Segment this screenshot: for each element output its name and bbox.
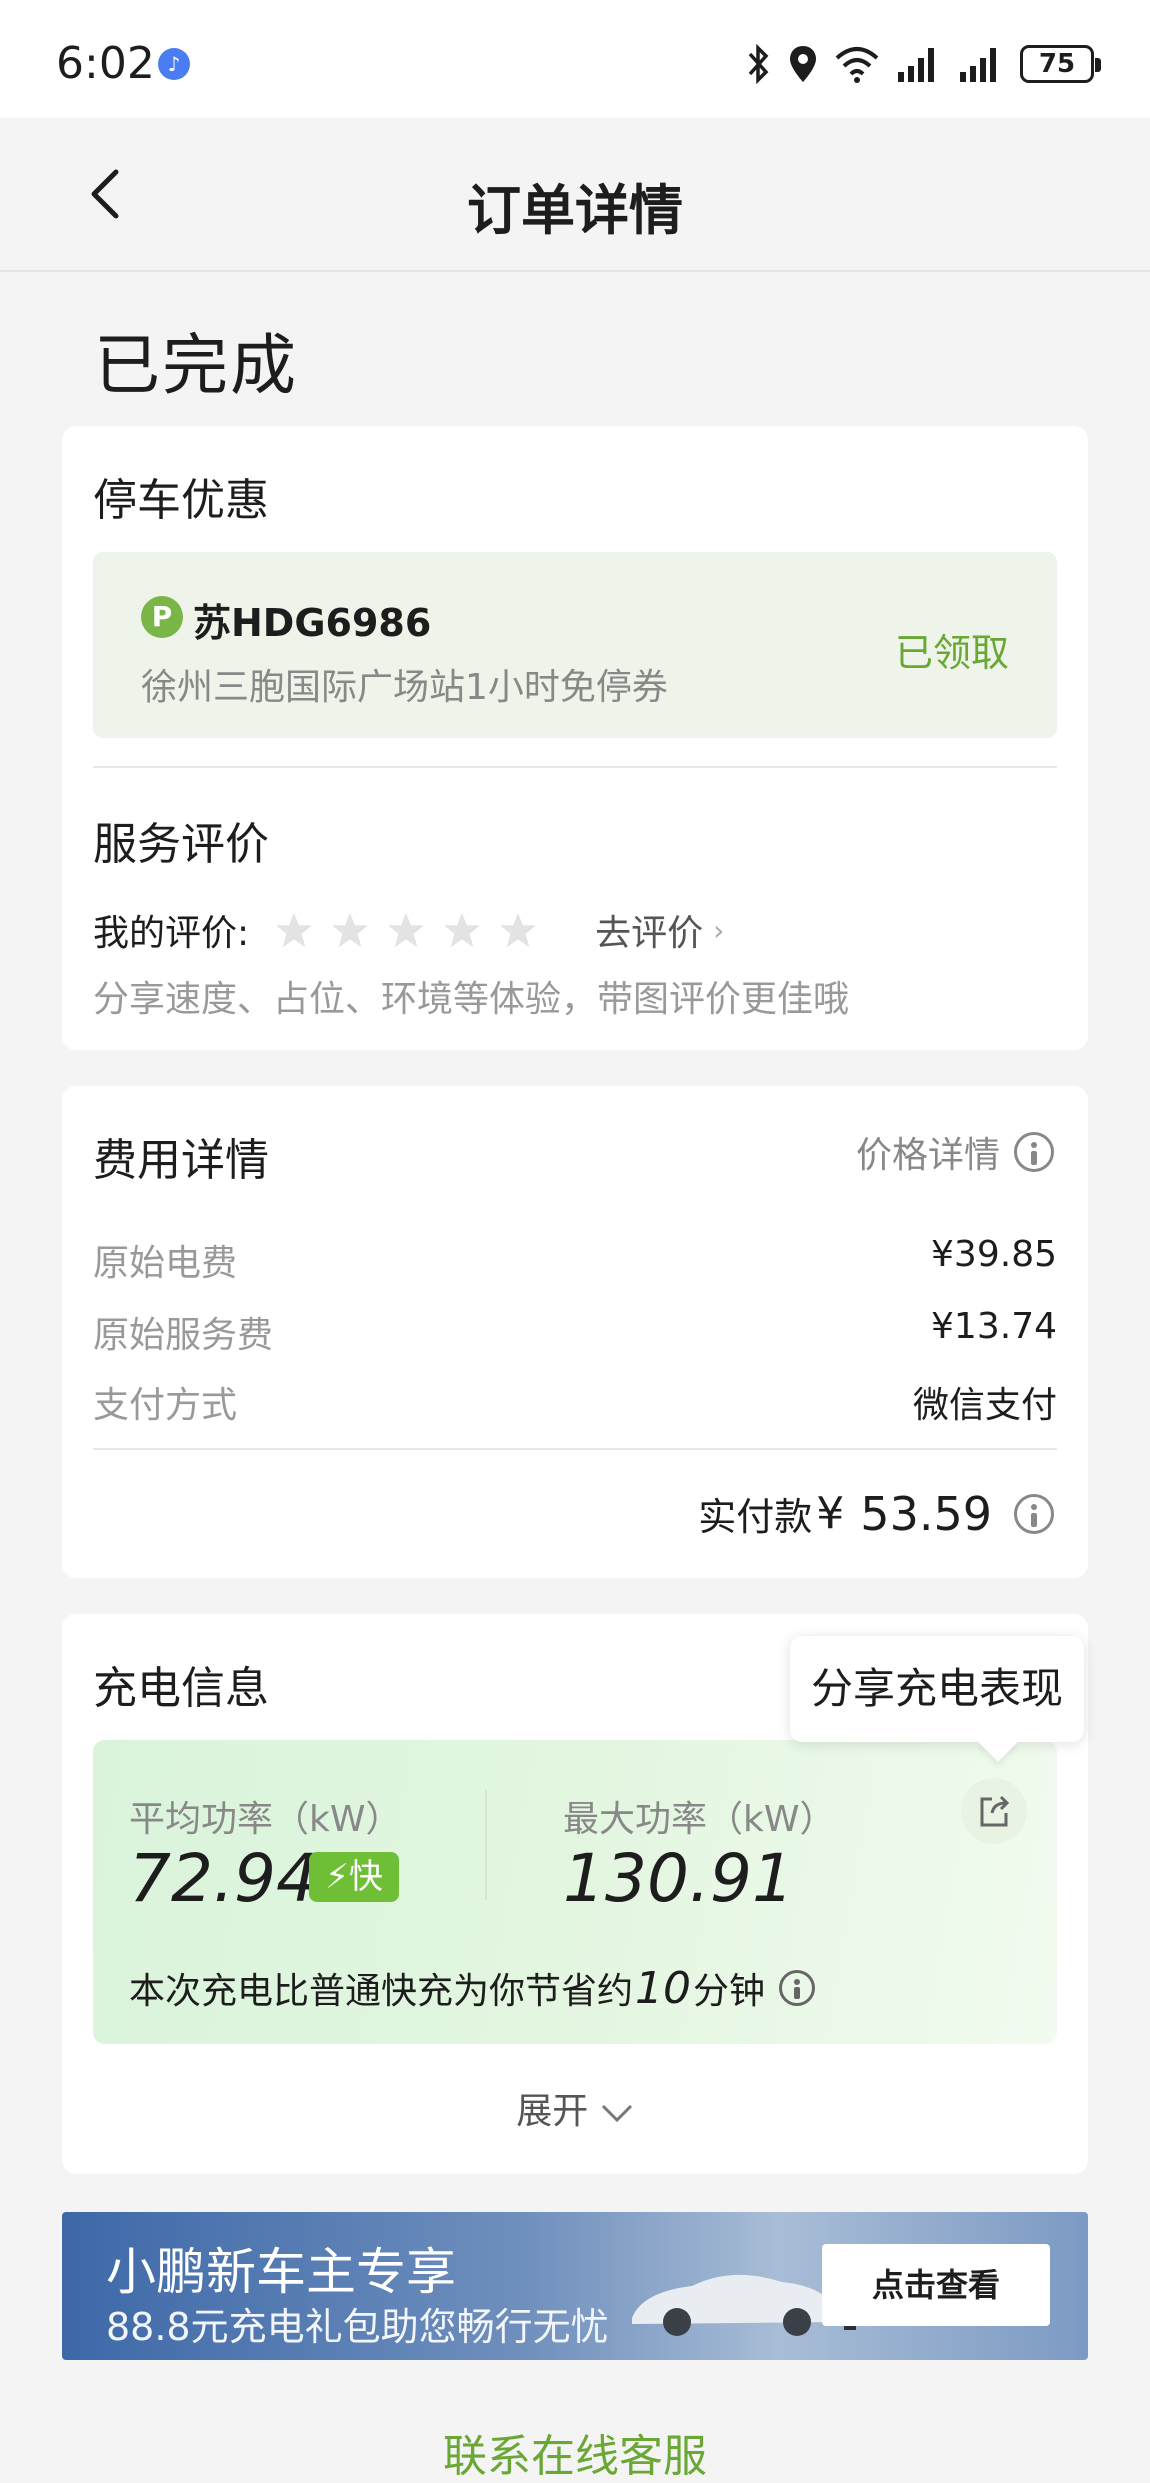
charging-section-title: 充电信息 xyxy=(93,1663,269,1714)
status-icons: 75 xyxy=(746,40,1101,88)
bluetooth-icon xyxy=(746,44,772,84)
star-icon[interactable] xyxy=(331,911,369,949)
fee-section-title: 费用详情 xyxy=(93,1135,269,1186)
music-icon: ♪ xyxy=(158,48,190,80)
parking-description: 徐州三胞国际广场站1小时免停券 xyxy=(141,667,668,708)
divider xyxy=(93,1448,1057,1450)
signal-icon-1 xyxy=(896,44,942,84)
avg-power-label: 平均功率（kW） xyxy=(129,1799,402,1840)
parking-coupon[interactable]: P 苏HDG6986 徐州三胞国际广场站1小时免停券 已领取 xyxy=(93,552,1057,738)
fee-value: 微信支付 xyxy=(912,1385,1057,1426)
license-plate: 苏HDG6986 xyxy=(193,601,432,645)
parking-p-icon: P xyxy=(141,596,183,638)
fee-label: 原始服务费 xyxy=(93,1315,274,1356)
chevron-right-icon[interactable]: › xyxy=(713,914,724,947)
banner-view-button[interactable]: 点击查看 xyxy=(822,2244,1050,2326)
fee-card: 费用详情 价格详情 原始电费 ¥39.85 原始服务费 ¥13.74 支付方式 … xyxy=(62,1086,1088,1578)
fee-value: ¥39.85 xyxy=(931,1234,1057,1275)
charging-stats: 平均功率（kW） 72.94 ⚡快 最大功率（kW） 130.91 本次充电比普… xyxy=(93,1740,1057,2044)
battery-icon: 75 xyxy=(1020,45,1101,83)
fee-label: 原始电费 xyxy=(93,1243,238,1284)
rating-stars[interactable] xyxy=(275,911,537,949)
rating-section-title: 服务评价 xyxy=(93,819,269,870)
order-status: 已完成 xyxy=(94,327,298,404)
page-title: 订单详情 xyxy=(467,179,683,242)
chevron-down-icon xyxy=(601,2104,632,2123)
stat-separator xyxy=(485,1790,487,1900)
nav-bar: 订单详情 xyxy=(0,118,1150,272)
expand-label: 展开 xyxy=(516,2091,589,2132)
info-icon[interactable] xyxy=(1014,1493,1054,1534)
star-icon[interactable] xyxy=(443,911,481,949)
total-amount: 53.59 xyxy=(860,1486,992,1541)
banner-title: 小鹏新车主专享 xyxy=(106,2243,456,2301)
info-icon[interactable] xyxy=(1014,1132,1054,1172)
share-tooltip[interactable]: 分享充电表现 xyxy=(790,1636,1084,1742)
rating-label: 我的评价: xyxy=(93,913,250,954)
time-saved-note: 本次充电比普通快充为你节省约 10 分钟 xyxy=(129,1962,816,2014)
rating-hint: 分享速度、占位、环境等体验，带图评价更佳哦 xyxy=(93,979,850,1020)
wifi-icon xyxy=(834,44,880,84)
note-suffix: 分钟 xyxy=(693,1971,766,2012)
max-power-label: 最大功率（kW） xyxy=(563,1799,836,1840)
total-currency: ¥ xyxy=(816,1488,845,1539)
fee-label: 支付方式 xyxy=(93,1385,238,1426)
parking-status: 已领取 xyxy=(894,631,1009,675)
max-power-value: 130.91 xyxy=(563,1840,794,1917)
parking-section-title: 停车优惠 xyxy=(93,475,269,526)
total-label: 实付款 xyxy=(698,1495,813,1539)
star-icon[interactable] xyxy=(275,911,313,949)
divider xyxy=(93,766,1057,768)
go-rate-link[interactable]: 去评价 xyxy=(595,904,703,956)
signal-icon-2 xyxy=(958,44,1004,84)
total-payment: 实付款 ¥ 53.59 xyxy=(698,1486,1054,1541)
note-minutes: 10 xyxy=(635,1962,692,2014)
fee-row: 支付方式 微信支付 xyxy=(93,1376,1057,1428)
price-detail-label: 价格详情 xyxy=(855,1135,1000,1176)
location-icon xyxy=(788,44,818,84)
share-icon[interactable] xyxy=(961,1778,1027,1844)
star-icon[interactable] xyxy=(387,911,425,949)
banner-subtitle: 88.8元充电礼包助您畅行无忧 xyxy=(106,2305,609,2349)
contact-support-link[interactable]: 联系在线客服 xyxy=(0,2420,1150,2483)
expand-button[interactable]: 展开 xyxy=(62,2082,1088,2134)
note-prefix: 本次充电比普通快充为你节省约 xyxy=(129,1971,634,2012)
fee-row: 原始电费 ¥39.85 xyxy=(93,1234,1057,1286)
price-detail-link[interactable]: 价格详情 xyxy=(856,1126,1054,1178)
fast-charge-badge: ⚡快 xyxy=(309,1852,399,1902)
info-icon[interactable] xyxy=(779,1970,816,2006)
promo-banner[interactable]: 小鹏新车主专享 88.8元充电礼包助您畅行无忧 点击查看 xyxy=(62,2212,1088,2360)
status-bar: 6:02 ♪ 75 xyxy=(0,0,1150,118)
fee-row: 原始服务费 ¥13.74 xyxy=(93,1306,1057,1358)
fee-value: ¥13.74 xyxy=(931,1306,1057,1347)
rating-row: 我的评价: 去评价 › xyxy=(93,900,724,960)
avg-power-value: 72.94 xyxy=(129,1840,318,1917)
star-icon[interactable] xyxy=(499,911,537,949)
parking-rating-card: 停车优惠 P 苏HDG6986 徐州三胞国际广场站1小时免停券 已领取 服务评价… xyxy=(62,426,1088,1050)
status-time: 6:02 xyxy=(56,38,155,89)
